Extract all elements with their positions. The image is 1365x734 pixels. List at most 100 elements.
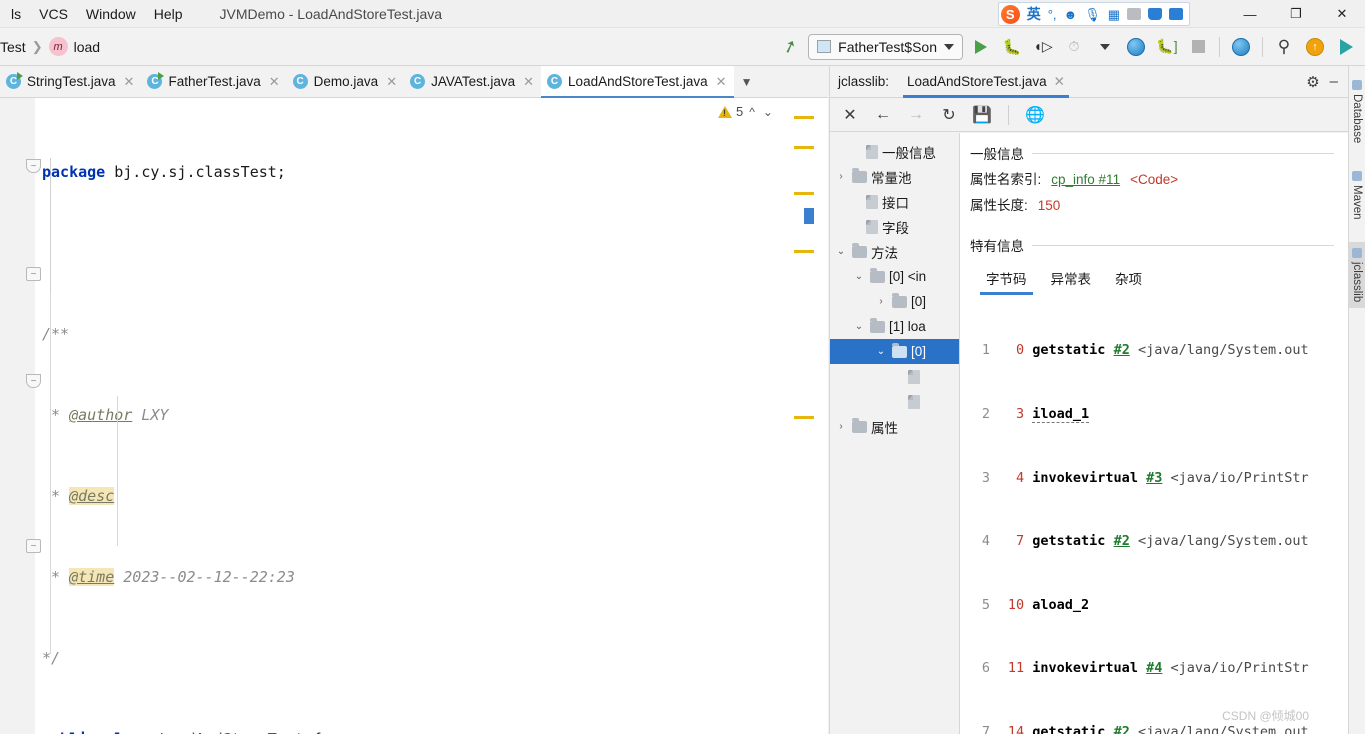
attach-debugger-icon[interactable]: 🐛] <box>1154 34 1180 60</box>
tool-strip-maven[interactable]: Maven <box>1349 165 1365 226</box>
tool-strip-jclasslib[interactable]: jclasslib <box>1349 241 1365 309</box>
editor-tab-fathertest[interactable]: C FatherTest.java ✕ <box>141 66 286 97</box>
menu-item-vcs[interactable]: VCS <box>30 3 77 25</box>
menu-item-tools[interactable]: ls <box>2 3 30 25</box>
tree-node-methods[interactable]: ⌄ 方法 <box>830 239 959 264</box>
warning-marker[interactable] <box>794 250 814 253</box>
tree-node-fields[interactable]: 字段 <box>830 214 959 239</box>
chevron-right-icon[interactable]: › <box>834 171 848 182</box>
chevron-down-icon[interactable]: ⌄ <box>852 321 866 332</box>
play-green-icon[interactable] <box>1333 34 1359 60</box>
back-arrow-icon[interactable]: ← <box>873 106 893 124</box>
jprofiler-icon[interactable] <box>1123 34 1149 60</box>
upload-icon[interactable]: ↑ <box>1302 34 1328 60</box>
stop-button[interactable] <box>1185 34 1211 60</box>
close-button[interactable]: ✕ <box>1319 0 1365 28</box>
warning-marker[interactable] <box>794 192 814 195</box>
warning-marker[interactable] <box>794 416 814 419</box>
tab-list-chevron-icon[interactable]: ▼ <box>734 66 760 97</box>
editor-tab-stringtest[interactable]: C StringTest.java ✕ <box>0 66 141 97</box>
ime-language-icon[interactable]: 英 <box>1027 4 1041 24</box>
close-icon[interactable]: ✕ <box>124 74 135 90</box>
close-icon[interactable]: ✕ <box>523 74 534 90</box>
ime-toolbar[interactable]: S 英 °, ☻ 🎙 ▦ <box>997 2 1190 26</box>
bytecode-row[interactable]: 2 3 iload_1 <box>968 404 1346 425</box>
chevron-down-icon[interactable]: ⌄ <box>852 271 866 282</box>
editor-gutter[interactable] <box>0 98 35 734</box>
bytecode-row[interactable]: 6 11 invokevirtual #4 <java/io/PrintStr <box>968 658 1346 679</box>
minimize-button[interactable]: — <box>1227 0 1273 28</box>
close-icon[interactable]: ✕ <box>386 74 397 90</box>
tree-node-general-info[interactable]: 一般信息 <box>830 139 959 164</box>
ime-punctuation-icon[interactable]: °, <box>1048 8 1057 21</box>
bytecode-row[interactable]: 1 0 getstatic #2 <java/lang/System.out <box>968 340 1346 361</box>
class-structure-tree[interactable]: 一般信息 › 常量池 接口 字段 ⌄ 方法 ⌄ [0] <in › [0] ⌄ … <box>830 133 960 734</box>
bytecode-listing[interactable]: 1 0 getstatic #2 <java/lang/System.out 2… <box>968 298 1346 734</box>
editor-tab-demo[interactable]: C Demo.java ✕ <box>287 66 404 97</box>
chevron-right-icon[interactable]: › <box>834 421 848 432</box>
editor-tab-javatest[interactable]: C JAVATest.java ✕ <box>404 66 541 97</box>
bytecode-cp-ref[interactable]: #2 <box>1114 533 1130 549</box>
attach-profiler-icon[interactable] <box>1228 34 1254 60</box>
inspection-widget[interactable]: 5 ^ ⌄ <box>718 104 775 119</box>
restore-button[interactable]: ❐ <box>1273 0 1319 28</box>
build-hammer-icon[interactable]: ➚ <box>777 34 803 60</box>
cp-info-link[interactable]: cp_info #11 <box>1051 172 1120 187</box>
tree-node-method-0-attr-0[interactable]: › [0] <box>830 289 959 314</box>
editor-scrollbar[interactable] <box>816 98 828 734</box>
tree-node-method-0-init[interactable]: ⌄ [0] <in <box>830 264 959 289</box>
chevron-down-icon[interactable]: ⌄ <box>874 346 888 357</box>
tree-node-attributes[interactable]: › 属性 <box>830 414 959 439</box>
close-icon[interactable]: ✕ <box>1054 74 1065 90</box>
close-icon[interactable]: ✕ <box>716 74 727 90</box>
tab-misc[interactable]: 杂项 <box>1103 263 1154 295</box>
breadcrumb-item-class[interactable]: Test <box>0 39 26 55</box>
caret-position-marker[interactable] <box>804 208 814 224</box>
bytecode-cp-ref[interactable]: #3 <box>1146 470 1162 486</box>
forward-arrow-icon[interactable]: → <box>906 106 926 124</box>
breadcrumb-item-method[interactable]: load <box>74 39 100 55</box>
search-everywhere-icon[interactable]: ⚲ <box>1271 34 1297 60</box>
bytecode-cp-ref[interactable]: #2 <box>1114 342 1130 358</box>
gear-icon[interactable]: ⚙ <box>1306 73 1319 91</box>
save-icon[interactable]: 💾 <box>972 105 992 125</box>
tree-node-interfaces[interactable]: 接口 <box>830 189 959 214</box>
ime-keyboard-icon[interactable]: ▦ <box>1108 8 1120 21</box>
tool-window-tab-loadandstoretest[interactable]: LoadAndStoreTest.java ✕ <box>903 66 1069 98</box>
minimize-icon[interactable]: – <box>1330 73 1338 90</box>
close-icon[interactable]: ✕ <box>269 74 280 90</box>
warning-marker[interactable] <box>794 146 814 149</box>
browse-globe-icon[interactable]: 🌐 <box>1025 105 1045 125</box>
run-with-coverage-button[interactable]: ◖▷ <box>1030 34 1056 60</box>
chevron-right-icon[interactable]: › <box>874 296 888 307</box>
bytecode-cp-ref[interactable]: #4 <box>1146 660 1162 676</box>
ime-emoji-icon[interactable]: ☻ <box>1064 8 1078 21</box>
menu-item-window[interactable]: Window <box>77 3 145 25</box>
ime-microphone-icon[interactable]: 🎙 <box>1084 8 1101 21</box>
tree-node-constant-pool[interactable]: › 常量池 <box>830 164 959 189</box>
reload-icon[interactable]: ↻ <box>939 105 959 125</box>
debug-button[interactable]: 🐛 <box>999 34 1025 60</box>
chevron-up-icon[interactable]: ^ <box>747 105 757 119</box>
tree-node-method-1-attr-0-selected[interactable]: ⌄ [0] <box>830 339 959 364</box>
editor-error-stripe[interactable] <box>792 98 816 734</box>
run-button[interactable] <box>968 34 994 60</box>
profile-button[interactable]: ⏱ <box>1061 34 1087 60</box>
ime-skin-icon[interactable] <box>1148 8 1162 20</box>
tree-node-leaf-1[interactable] <box>830 364 959 389</box>
bytecode-cp-ref[interactable]: #2 <box>1114 724 1130 734</box>
code-editor[interactable]: − − − − package bj.cy.sj.classTest; /** … <box>0 98 828 734</box>
ime-apps-icon[interactable] <box>1169 8 1183 20</box>
close-icon[interactable]: ✕ <box>840 105 860 125</box>
tool-strip-database[interactable]: Database <box>1349 74 1365 149</box>
menu-item-help[interactable]: Help <box>145 3 192 25</box>
bytecode-row[interactable]: 4 7 getstatic #2 <java/lang/System.out <box>968 531 1346 552</box>
warning-marker[interactable] <box>794 116 814 119</box>
editor-tab-loadandstoretest[interactable]: C LoadAndStoreTest.java ✕ <box>541 66 734 98</box>
code-text[interactable]: package bj.cy.sj.classTest; /** * @autho… <box>35 98 792 734</box>
toolbar-more-dropdown[interactable] <box>1092 34 1118 60</box>
chevron-down-icon[interactable]: ⌄ <box>761 105 775 119</box>
run-configuration-selector[interactable]: FatherTest$Son <box>808 33 963 60</box>
bytecode-row[interactable]: 5 10 aload_2 <box>968 595 1346 616</box>
tab-bytecode[interactable]: 字节码 <box>974 263 1039 295</box>
